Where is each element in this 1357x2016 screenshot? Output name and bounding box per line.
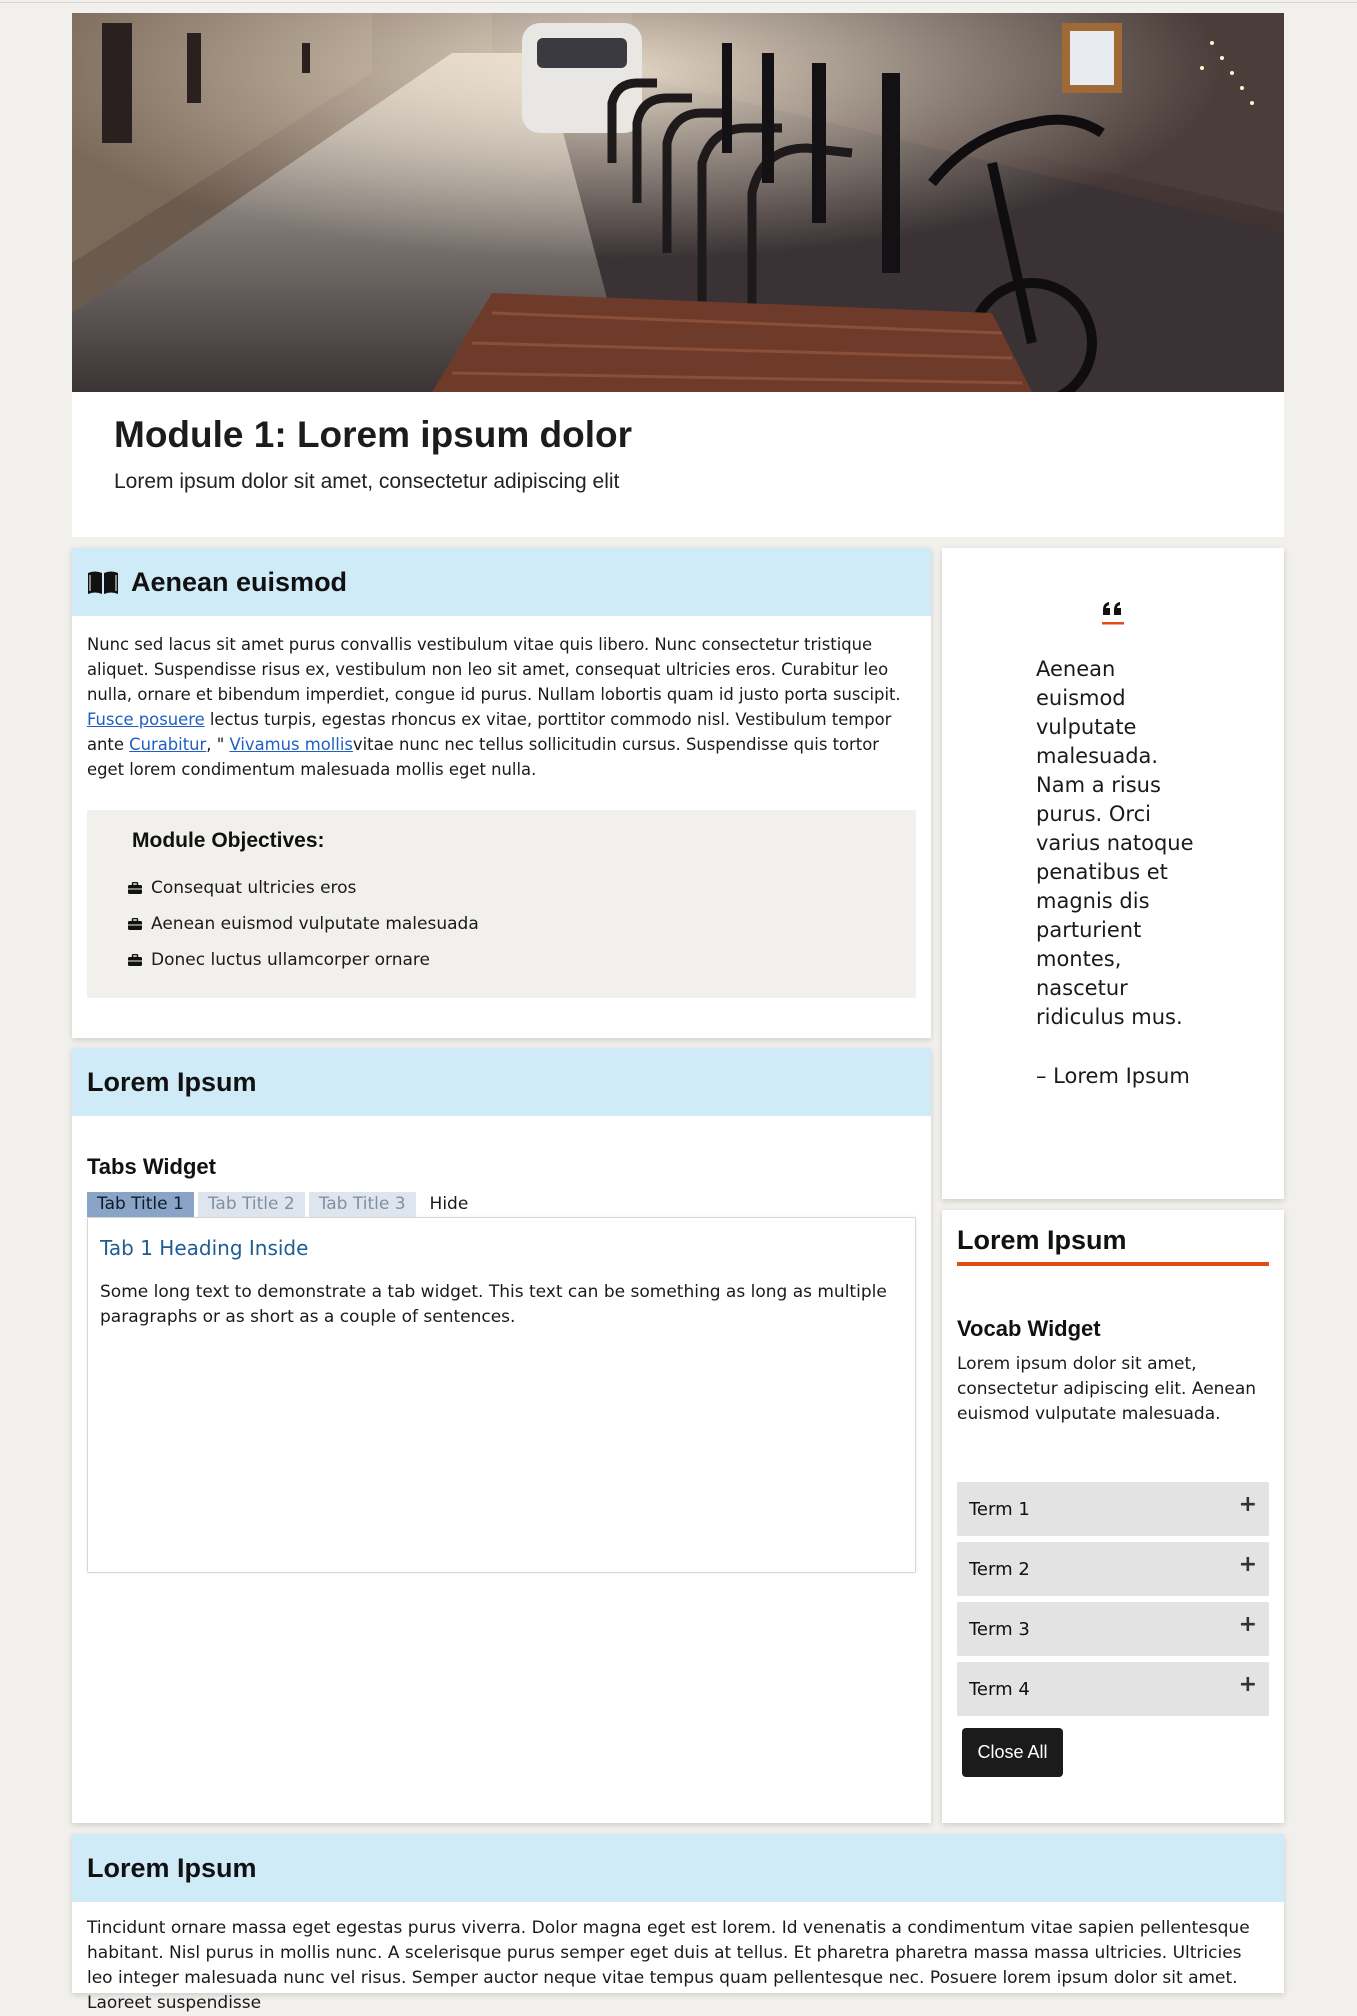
vocab-terms: Term 1 + Term 2 + Term 3 + Term 4 + [957, 1482, 1269, 1716]
vocab-widget-title: Vocab Widget [957, 1316, 1101, 1341]
term-3-accordion[interactable]: Term 3 + [957, 1602, 1269, 1656]
fusce-posuere-link[interactable]: Fusce posuere [87, 710, 205, 729]
intro-card-title: Aenean euismod [131, 566, 348, 597]
tab-panel-heading: Tab 1 Heading Inside [100, 1236, 309, 1260]
tab-panel: Tab 1 Heading Inside Some long text to d… [87, 1217, 916, 1573]
module-title-card: Module 1: Lorem ipsum dolor Lorem ipsum … [72, 392, 1284, 537]
page-subtitle: Lorem ipsum dolor sit amet, consectetur … [114, 470, 620, 493]
bottom-card-text: Tincidunt ornare massa eget egestas puru… [87, 1918, 1250, 2013]
tab-title-1[interactable]: Tab Title 1 [87, 1192, 194, 1217]
vocab-card-title: Lorem Ipsum [957, 1225, 1269, 1266]
plus-icon: + [1238, 1491, 1257, 1517]
tabs-card: Lorem Ipsum Tabs Widget Tab Title 1 Tab … [72, 1048, 931, 1823]
curabitur-link[interactable]: Curabitur [129, 735, 206, 754]
vivamus-mollis-link[interactable]: Vivamus mollis [229, 735, 352, 754]
objectives-title: Module Objectives: [132, 829, 325, 852]
term-4-accordion[interactable]: Term 4 + [957, 1662, 1269, 1716]
tab-bar: Tab Title 1 Tab Title 2 Tab Title 3 Hide [87, 1192, 916, 1217]
bottom-card: Lorem Ipsum Tincidunt ornare massa eget … [72, 1834, 1284, 2013]
plus-icon: + [1238, 1671, 1257, 1697]
plus-icon: + [1238, 1611, 1257, 1637]
vocab-description: Lorem ipsum dolor sit amet, consectetur … [957, 1354, 1257, 1424]
tabs-card-header: Lorem Ipsum [72, 1048, 931, 1116]
plus-icon: + [1238, 1551, 1257, 1577]
intro-card: Aenean euismod Nunc sed lacus sit amet p… [72, 548, 931, 1038]
tab-title-3[interactable]: Tab Title 3 [308, 1192, 416, 1217]
list-item: Donec luctus ullamcorper ornare [128, 942, 916, 978]
briefcase-icon [128, 954, 142, 966]
list-item: Aenean euismod vulputate malesuada [128, 906, 916, 942]
objectives-list: Consequat ultricies eros Aenean euismod … [128, 870, 916, 978]
bottom-card-header: Lorem Ipsum [72, 1834, 1284, 1902]
term-2-accordion[interactable]: Term 2 + [957, 1542, 1269, 1596]
tab-title-2[interactable]: Tab Title 2 [197, 1192, 305, 1217]
tabs-card-title: Lorem Ipsum [87, 1066, 257, 1097]
quote-attribution: – Lorem Ipsum [1036, 1064, 1190, 1088]
hero-image [72, 13, 1284, 392]
close-all-button[interactable]: Close All [962, 1728, 1063, 1777]
vocab-card: Lorem Ipsum Vocab Widget Lorem ipsum dol… [942, 1210, 1284, 1823]
intro-paragraph: Nunc sed lacus sit amet purus convallis … [87, 635, 901, 779]
list-item: Consequat ultricies eros [128, 870, 916, 906]
intro-card-header: Aenean euismod [72, 548, 931, 616]
quote-icon [942, 598, 1284, 626]
bottom-card-title: Lorem Ipsum [87, 1852, 257, 1883]
term-1-accordion[interactable]: Term 1 + [957, 1482, 1269, 1536]
quote-text: Aenean euismod vulputate malesuada. Nam … [1036, 657, 1194, 1029]
hide-tabs-button[interactable]: Hide [420, 1192, 479, 1217]
tab-panel-text: Some long text to demonstrate a tab widg… [100, 1282, 887, 1327]
quote-card: Aenean euismod vulputate malesuada. Nam … [942, 548, 1284, 1199]
page-title: Module 1: Lorem ipsum dolor [114, 414, 633, 455]
book-open-icon [87, 570, 119, 595]
page-container: Module 1: Lorem ipsum dolor Lorem ipsum … [72, 13, 1284, 537]
briefcase-icon [128, 882, 142, 894]
module-objectives: Module Objectives: Consequat ultricies e… [87, 810, 916, 998]
top-divider [0, 2, 1357, 3]
briefcase-icon [128, 918, 142, 930]
tabs-widget-title: Tabs Widget [87, 1154, 216, 1179]
